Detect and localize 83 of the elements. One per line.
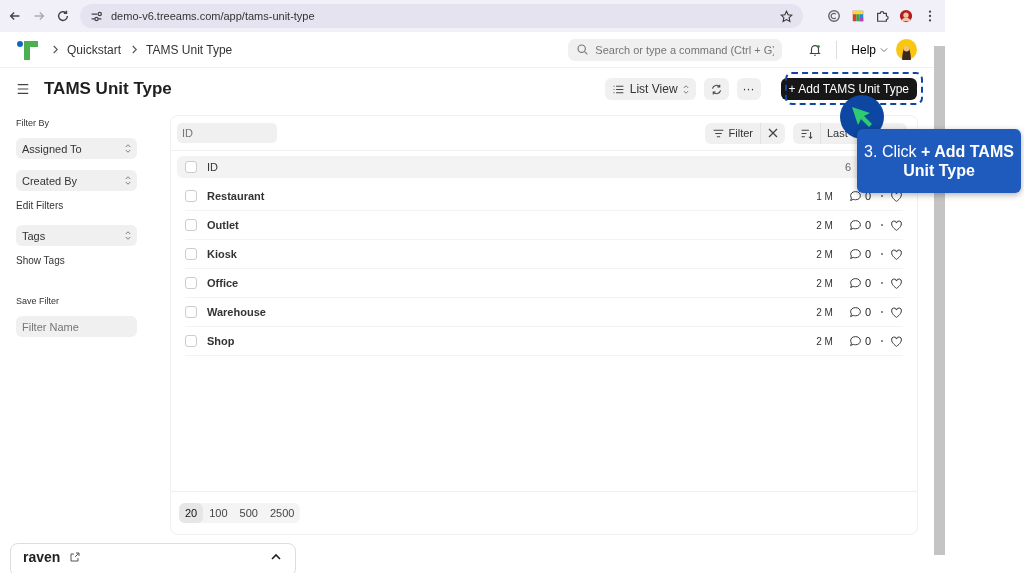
close-icon [768, 128, 778, 138]
modified-time: 1 M [816, 190, 833, 202]
chevron-right-icon [131, 45, 138, 54]
modified-time: 2 M [816, 219, 833, 231]
help-menu[interactable]: Help [851, 42, 888, 57]
chevron-up-icon[interactable] [271, 552, 281, 562]
sort-caret-icon [125, 176, 131, 185]
tags-select[interactable]: Tags [16, 225, 137, 246]
comment-icon [848, 276, 862, 290]
record-link[interactable]: Restaurant [207, 190, 265, 202]
filter-name-field[interactable]: Filter Name [16, 316, 137, 337]
record-link[interactable]: Shop [207, 335, 235, 347]
page-size-button[interactable]: 500 [233, 503, 264, 523]
site-settings-icon[interactable] [90, 9, 103, 23]
back-icon[interactable] [8, 9, 22, 23]
page-size-button[interactable]: 2500 [263, 503, 301, 523]
address-bar[interactable]: demo-v6.treeams.com/app/tams-unit-type [80, 4, 803, 28]
comment-count: 0 [864, 248, 871, 260]
comment-icon [848, 189, 862, 203]
sidebar-label: Filter By [16, 118, 49, 128]
more-button[interactable]: ··· [736, 78, 761, 100]
column-header: ID [207, 161, 218, 173]
star-icon[interactable] [780, 9, 793, 23]
profile-avatar-icon[interactable] [899, 9, 913, 23]
record-link[interactable]: Kiosk [207, 248, 237, 260]
select-all-checkbox[interactable] [185, 161, 197, 173]
comment-count: 0 [864, 219, 871, 231]
row-checkbox[interactable] [185, 335, 197, 347]
user-avatar-icon[interactable] [896, 39, 917, 60]
sort-caret-icon [125, 231, 131, 240]
search-icon [576, 43, 590, 56]
search-field[interactable]: Search or type a command (Ctrl + G) [568, 38, 783, 61]
sort-caret-icon [682, 84, 689, 94]
raven-title: raven [23, 549, 61, 565]
record-link[interactable]: Warehouse [207, 306, 266, 318]
sidebar-toggle-icon[interactable] [16, 82, 30, 96]
heart-icon[interactable] [890, 334, 903, 348]
chevron-right-icon [52, 45, 59, 54]
edit-filters-link[interactable]: Edit Filters [16, 200, 64, 211]
modified-time: 2 M [816, 306, 833, 318]
color-grid-icon[interactable] [851, 9, 865, 23]
reload-icon[interactable] [56, 9, 70, 23]
filter-select[interactable]: Created By [16, 170, 137, 191]
heart-icon[interactable] [890, 305, 903, 319]
external-link-icon[interactable] [70, 552, 81, 562]
show-tags-link[interactable]: Show Tags [16, 255, 65, 266]
refresh-button[interactable] [703, 78, 729, 100]
row-checkbox[interactable] [185, 190, 197, 202]
row-checkbox[interactable] [185, 277, 197, 289]
sidebar-label: Save Filter [16, 296, 59, 306]
modified-time: 2 M [816, 277, 833, 289]
page-title: TAMS Unit Type [44, 79, 172, 99]
heart-icon[interactable] [890, 247, 903, 261]
row-checkbox[interactable] [185, 219, 197, 231]
page-size-button[interactable]: 100 [203, 503, 234, 523]
filter-select[interactable]: Assigned To [16, 138, 137, 159]
result-count: 6 [844, 161, 851, 173]
row-checkbox[interactable] [185, 248, 197, 260]
comment-icon [848, 305, 862, 319]
list-view-button[interactable]: List View [604, 78, 696, 100]
heart-icon[interactable] [890, 276, 903, 290]
comment-count: 0 [864, 277, 871, 289]
caret-icon [880, 46, 888, 53]
comment-count: 0 [864, 335, 871, 347]
comment-count: 0 [864, 306, 871, 318]
modified-time: 2 M [816, 248, 833, 260]
id-filter-field[interactable]: ID [177, 123, 277, 143]
breadcrumb-link[interactable]: TAMS Unit Type [146, 42, 233, 57]
record-link[interactable]: Office [207, 277, 239, 289]
sort-caret-icon [125, 144, 131, 153]
modified-time: 2 M [816, 335, 833, 347]
row-checkbox[interactable] [185, 306, 197, 318]
record-link[interactable]: Outlet [207, 219, 239, 231]
comment-icon [848, 247, 862, 261]
comment-icon [848, 334, 862, 348]
refresh-icon [709, 82, 723, 96]
bell-icon[interactable] [808, 42, 823, 57]
callout-text: 3. Click + Add TAMS Unit Type [863, 142, 1015, 180]
heart-icon[interactable] [890, 218, 903, 232]
breadcrumb-link[interactable]: Quickstart [67, 42, 121, 57]
add-button[interactable]: + Add TAMS Unit Type [780, 78, 917, 100]
page-size-button[interactable]: 20 [179, 503, 204, 523]
comment-icon [848, 218, 862, 232]
